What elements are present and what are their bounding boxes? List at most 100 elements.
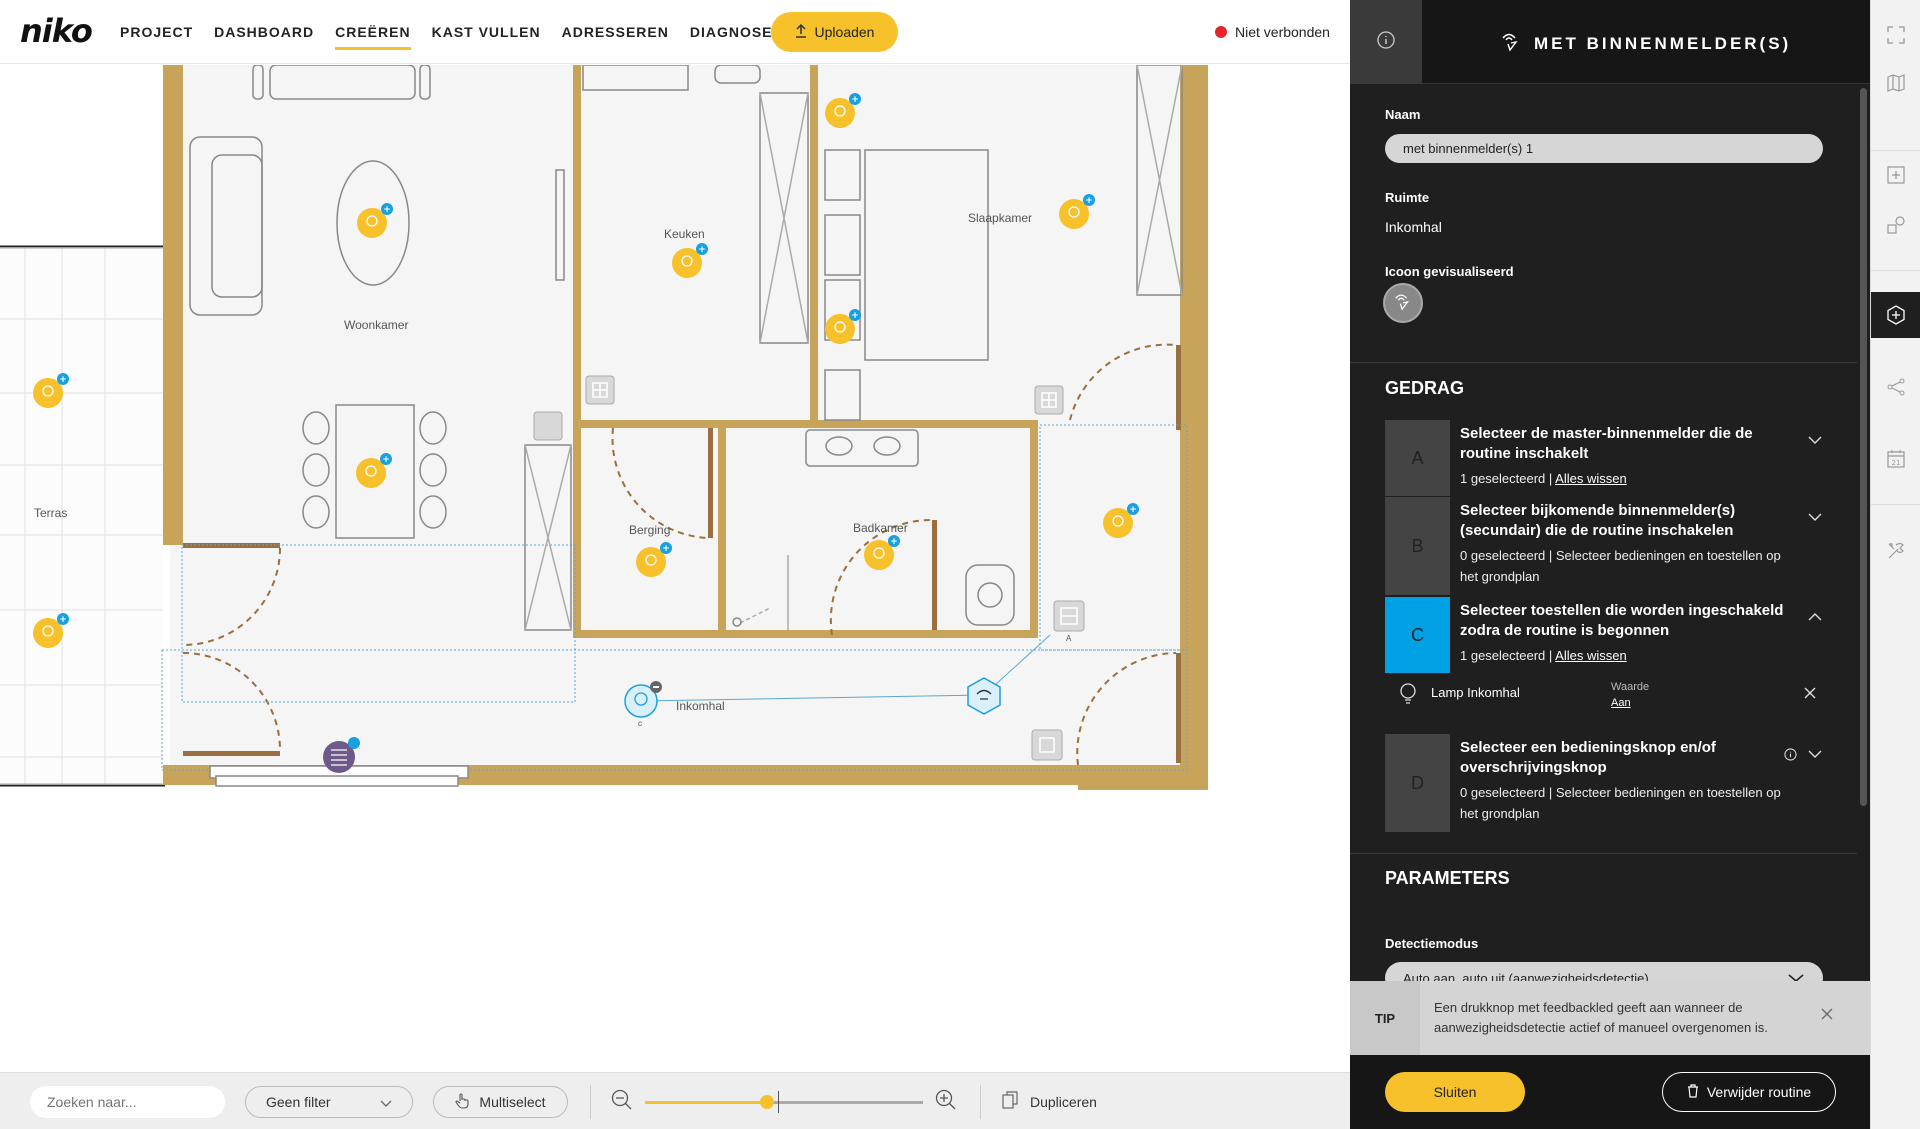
filter-value: Geen filter (266, 1094, 331, 1110)
chevron-down-icon[interactable] (1807, 746, 1823, 758)
search-input[interactable] (30, 1086, 225, 1118)
info-tab[interactable] (1350, 0, 1422, 84)
room-label-slaapkamer: Slaapkamer (968, 211, 1033, 225)
upload-button[interactable]: Uploaden (771, 12, 898, 52)
step-a-clear-link[interactable]: Alles wissen (1555, 471, 1627, 486)
section-divider (1350, 362, 1857, 363)
step-c[interactable]: C Selecteer toestellen die worden ingesc… (1385, 597, 1823, 673)
room-label-keuken: Keuken (664, 227, 705, 241)
zoom-slider-fill (645, 1101, 768, 1104)
main-nav: PROJECT DASHBOARD CREËREN KAST VULLEN AD… (120, 0, 810, 64)
nav-item-diagnose-label: DIAGNOSE (689, 24, 773, 40)
svg-text:+: + (1085, 196, 1093, 206)
nav-item-kast-vullen[interactable]: KAST VULLEN (432, 16, 541, 48)
name-label: Naam (1385, 107, 1421, 122)
step-a-title: Selecteer de master-binnenmelder die de … (1460, 425, 1753, 462)
multiselect-button[interactable]: Multiselect (433, 1086, 568, 1118)
chevron-down-icon[interactable] (1807, 509, 1823, 521)
svg-text:+: + (698, 245, 706, 255)
step-letter-c: C (1385, 597, 1450, 673)
marker-letter-a: A (1066, 634, 1072, 643)
device-name: Lamp Inkomhal (1431, 685, 1520, 700)
motion-sensor-icon (1500, 30, 1522, 57)
nav-item-adresseren[interactable]: ADRESSEREN (562, 16, 669, 48)
add-box-icon[interactable] (1871, 152, 1920, 198)
name-input[interactable] (1385, 134, 1823, 163)
room-value: Inkomhal (1385, 219, 1442, 235)
detection-label: Detectiemodus (1385, 936, 1479, 951)
chevron-up-icon[interactable] (1807, 609, 1823, 621)
step-b-body: Selecteer bijkomende binnenmelder(s) (se… (1460, 501, 1790, 587)
rail-divider (1871, 504, 1920, 505)
chevron-down-icon[interactable] (1807, 432, 1823, 444)
device-value[interactable]: Aan (1611, 697, 1631, 709)
step-letter-d: D (1385, 734, 1450, 832)
close-icon[interactable] (1803, 686, 1817, 705)
tip-banner: TIP Een drukknop met feedbackled geeft a… (1350, 981, 1870, 1055)
step-b-status: 0 geselecteerd | Selecteer bedieningen e… (1460, 545, 1790, 587)
filter-select[interactable]: Geen filter (245, 1086, 413, 1118)
svg-text:+: + (382, 455, 390, 465)
calendar-icon[interactable]: 21 (1871, 436, 1920, 482)
parameters-title: PARAMETERS (1385, 868, 1510, 888)
marker-letter-c: c (638, 719, 642, 728)
step-b[interactable]: B Selecteer bijkomende binnenmelder(s) (… (1385, 497, 1823, 595)
step-b-title: Selecteer bijkomende binnenmelder(s) (se… (1460, 502, 1736, 539)
fullscreen-icon[interactable] (1871, 12, 1920, 58)
panel-title-text: MET BINNENMELDER(S) (1534, 33, 1792, 53)
chevron-down-icon (380, 1094, 392, 1110)
svg-text:+: + (1129, 505, 1137, 515)
zoom-slider[interactable] (645, 1101, 923, 1104)
step-a[interactable]: A Selecteer de master-binnenmelder die d… (1385, 420, 1823, 496)
svg-text:+: + (383, 205, 391, 215)
room-label: Ruimte (1385, 190, 1430, 205)
duplicate-button[interactable]: Dupliceren (1002, 1091, 1097, 1112)
close-icon[interactable] (1820, 1007, 1834, 1021)
room-label-inkomhal: Inkomhal (676, 699, 725, 713)
scrollbar-thumb[interactable] (1860, 88, 1867, 806)
step-a-separator: | (1545, 471, 1556, 486)
nav-item-dashboard[interactable]: DASHBOARD (214, 16, 314, 48)
shapes-icon[interactable] (1871, 202, 1920, 248)
tools-icon[interactable] (1871, 528, 1920, 574)
svg-text:+: + (59, 375, 67, 385)
zoom-out-icon[interactable] (611, 1089, 633, 1111)
info-icon[interactable] (1784, 748, 1797, 766)
zoom-in-icon[interactable] (935, 1089, 957, 1111)
step-c-selected: 1 geselecteerd (1460, 648, 1546, 663)
floorplan-canvas[interactable]: + + + + + + + + + + + Woonkamer Keuken Slaapkam… (0, 65, 1350, 1072)
svg-text:+: + (890, 537, 898, 547)
rail-divider (1871, 270, 1920, 271)
delete-routine-button[interactable]: Verwijder routine (1662, 1072, 1836, 1112)
routine-icon[interactable] (1871, 292, 1920, 338)
step-b-separator: | (1545, 548, 1556, 563)
step-d-body: Selecteer een bedieningsknop en/of overs… (1460, 738, 1790, 824)
map-icon[interactable] (1871, 60, 1920, 106)
nav-item-project[interactable]: PROJECT (120, 16, 193, 48)
rail-divider (1871, 150, 1920, 151)
niko-logo: niko (20, 12, 93, 50)
delete-routine-label: Verwijder routine (1706, 1084, 1812, 1100)
step-c-clear-link[interactable]: Alles wissen (1555, 648, 1627, 663)
zoom-slider-marker (778, 1091, 779, 1113)
close-button[interactable]: Sluiten (1385, 1072, 1525, 1112)
step-d-selected: 0 geselecteerd (1460, 785, 1546, 800)
tip-label: TIP (1350, 981, 1420, 1055)
step-b-selected: 0 geselecteerd (1460, 548, 1546, 563)
multiselect-label: Multiselect (479, 1094, 546, 1110)
room-label-terras: Terras (34, 506, 68, 520)
tip-text: Een drukknop met feedbackled geeft aan w… (1434, 1000, 1768, 1035)
zoom-slider-thumb[interactable] (760, 1095, 775, 1109)
nav-item-creeren[interactable]: CREËREN (335, 16, 412, 50)
status-dot (1215, 26, 1227, 38)
toolbar-divider (980, 1085, 981, 1119)
connections-icon[interactable] (1871, 364, 1920, 410)
visualized-icon-button[interactable] (1383, 283, 1423, 323)
room-label-berging: Berging (629, 523, 671, 537)
step-d-separator: | (1545, 785, 1556, 800)
step-d-title: Selecteer een bedieningsknop en/of overs… (1460, 739, 1716, 776)
step-d[interactable]: D Selecteer een bedieningsknop en/of ove… (1385, 734, 1823, 832)
top-navigation: niko PROJECT DASHBOARD CREËREN KAST VULL… (0, 0, 1350, 64)
step-a-selected: 1 geselecteerd (1460, 471, 1546, 486)
panel-scrollbar[interactable] (1857, 84, 1870, 981)
